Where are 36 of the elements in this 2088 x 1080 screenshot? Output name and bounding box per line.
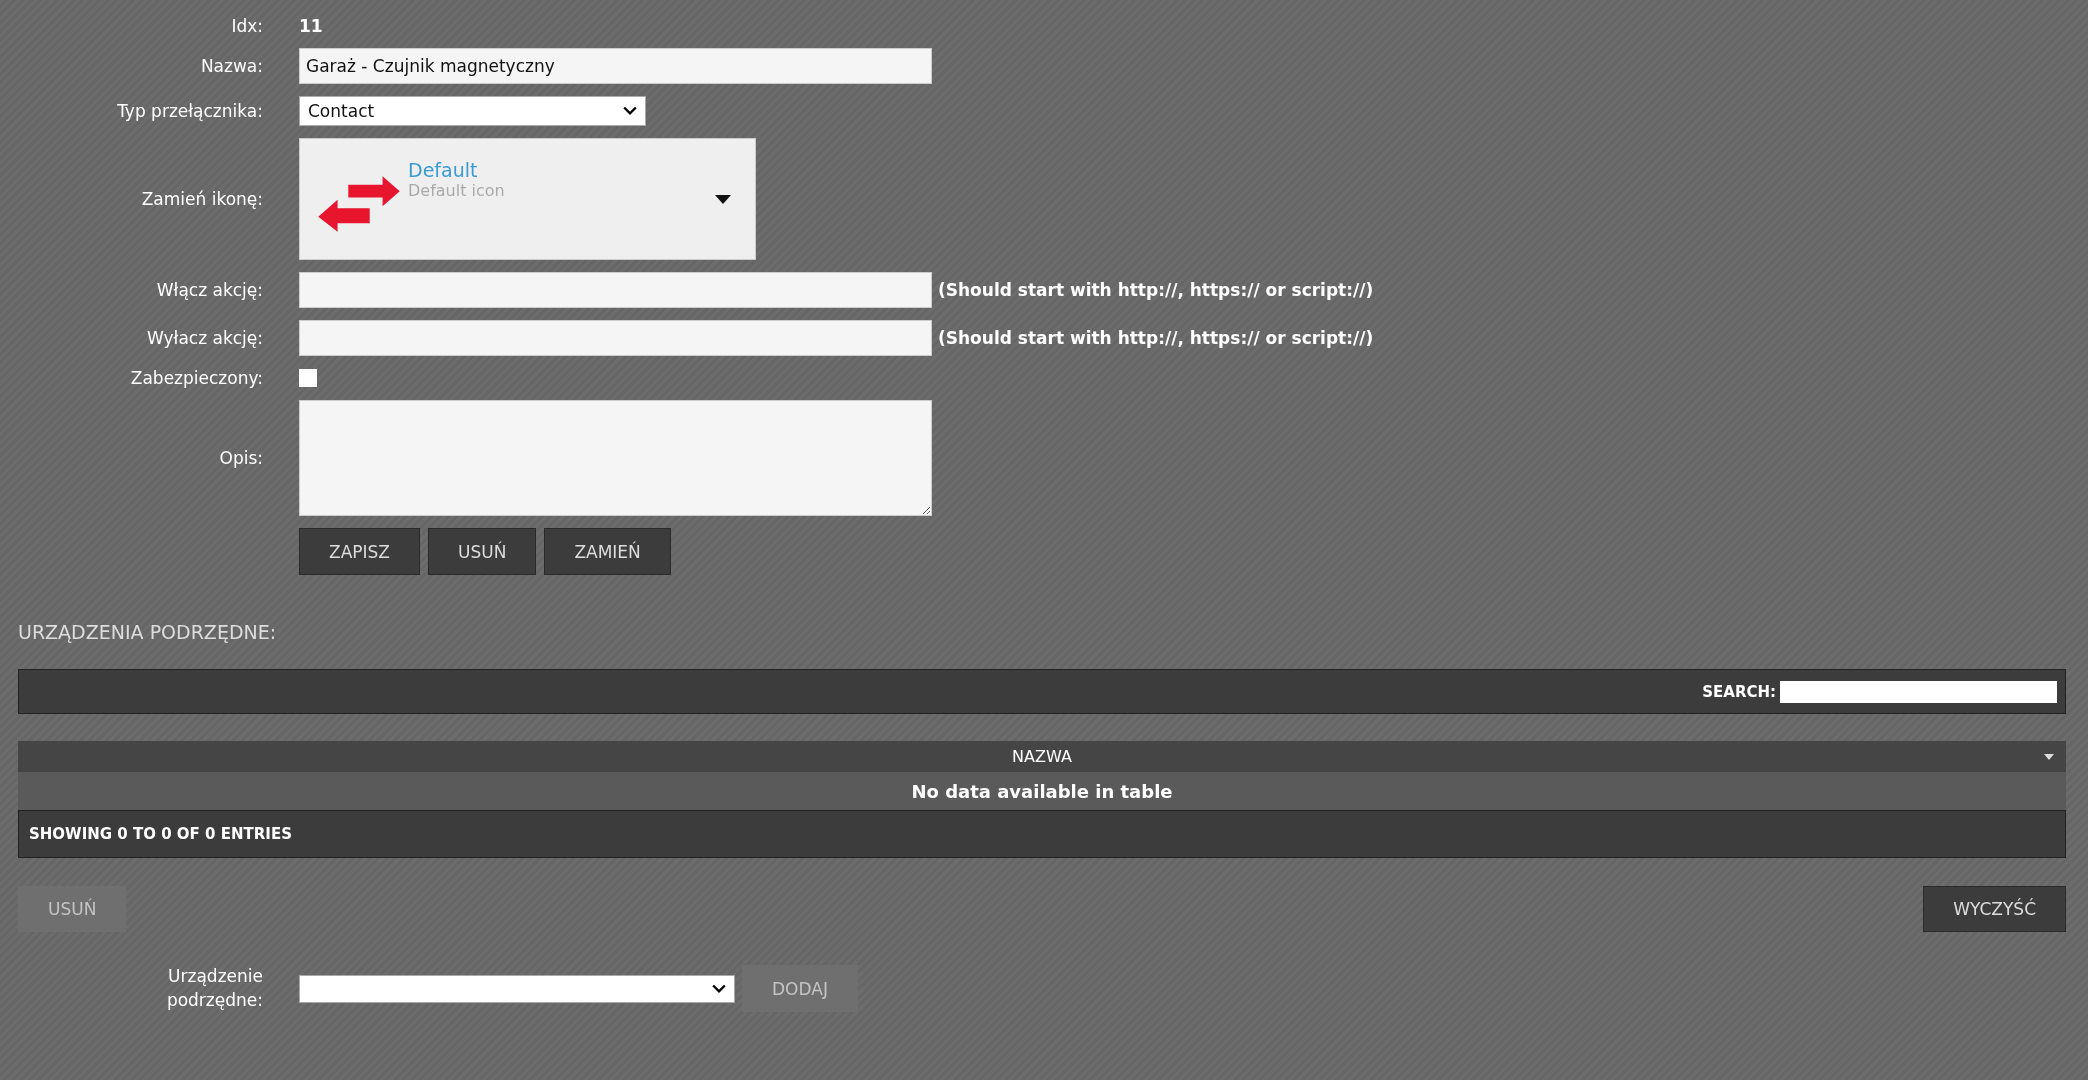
chevron-down-icon [712, 983, 726, 994]
switch-type-dropdown[interactable]: Contact [299, 96, 646, 126]
field-label: Opis: [219, 448, 263, 468]
column-header[interactable]: NAZWA [18, 741, 2066, 772]
idx-value: 11 [299, 16, 324, 36]
caret-icon [715, 194, 731, 204]
form-button[interactable]: ZAPISZ [299, 528, 420, 575]
field-label: Wyłacz akcję: [147, 328, 263, 348]
field-label: Urządzenie podrzędne: [165, 965, 263, 1012]
arrows-icon [316, 174, 402, 234]
field-label: Typ przełącznika: [117, 101, 263, 121]
clear-button[interactable]: WYCZYŚĆ [1923, 886, 2066, 932]
action-url-field[interactable] [299, 272, 932, 308]
field-label: Zabezpieczony: [130, 368, 263, 388]
description-field[interactable] [299, 400, 932, 516]
url-hint: (Should start with http://, https:// or script://) [938, 280, 1374, 300]
form-button[interactable]: USUŃ [428, 528, 537, 575]
search-label: SEARCH: [1702, 682, 1776, 701]
name-field[interactable]: Garaż - Czujnik magnetyczny [299, 48, 932, 84]
icon-description: Default icon [408, 181, 506, 200]
table-info: SHOWING 0 TO 0 OF 0 ENTRIES [18, 810, 2066, 858]
protected-checkbox[interactable] [299, 369, 317, 387]
action-url-field[interactable] [299, 320, 932, 356]
icon-title: Default [408, 159, 479, 181]
field-label: Włącz akcję: [156, 280, 263, 300]
url-hint: (Should start with http://, https:// or script://) [938, 328, 1374, 348]
sort-icon [2044, 753, 2054, 760]
section-title: URZĄDZENIA PODRZĘDNE: [18, 621, 278, 643]
empty-table-message: No data available in table [18, 772, 2066, 810]
chevron-down-icon [623, 106, 637, 116]
form-button[interactable]: ZAMIEŃ [544, 528, 671, 575]
field-label: Nazwa: [200, 56, 263, 76]
field-label: Idx: [231, 16, 263, 36]
field-label: Zamień ikonę: [141, 189, 263, 209]
subdevice-dropdown[interactable] [299, 974, 735, 1003]
search-field[interactable] [1780, 680, 2057, 703]
